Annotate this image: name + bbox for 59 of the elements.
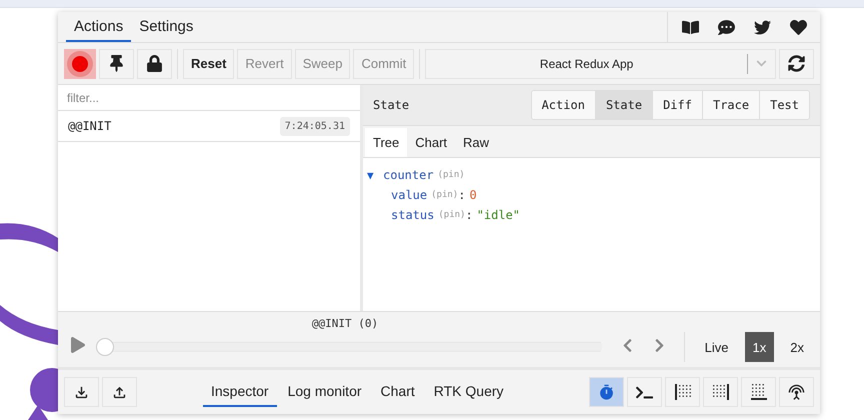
tab[interactable]: Settings — [131, 12, 202, 42]
pin-button[interactable] — [99, 48, 134, 78]
tab[interactable]: Chart — [407, 128, 456, 157]
dock-bottom-icon — [750, 383, 768, 401]
tab[interactable]: Action — [532, 91, 595, 119]
action-time: 7:24:05.31 — [280, 116, 350, 136]
monitor-tab[interactable]: Inspector — [203, 377, 277, 407]
tab[interactable]: Tree — [365, 128, 408, 157]
lock-button[interactable] — [137, 48, 172, 78]
dock-left-icon — [674, 383, 692, 401]
export-button[interactable] — [102, 377, 137, 407]
expand-arrow-icon[interactable]: ▼ — [367, 168, 379, 182]
sync-icon — [788, 55, 805, 72]
lock-icon — [146, 55, 163, 72]
heart-icon — [790, 18, 806, 36]
chat-icon — [718, 18, 734, 36]
inspector-title: State — [373, 98, 410, 112]
speed-button[interactable]: 1x — [744, 332, 774, 362]
antenna-icon — [788, 384, 805, 400]
timer-icon — [598, 384, 615, 400]
tool-button[interactable] — [703, 377, 738, 407]
tab[interactable]: Diff — [652, 91, 702, 119]
caret-icon — [756, 58, 767, 69]
monitor-tab[interactable]: Chart — [372, 377, 423, 407]
tab[interactable]: Trace — [702, 91, 760, 119]
pin-icon — [108, 55, 125, 72]
tool-button[interactable] — [741, 377, 776, 407]
speed-button[interactable]: 2x — [782, 332, 812, 362]
monitor-tab[interactable]: Log monitor — [280, 377, 370, 407]
colon: : — [458, 188, 466, 202]
tool-button[interactable] — [779, 377, 814, 407]
tool-button[interactable] — [627, 377, 662, 407]
bird-icon — [754, 18, 770, 36]
instance-select[interactable]: React Redux App — [425, 48, 776, 78]
colon: : — [465, 208, 473, 222]
monitor-tab[interactable]: RTK Query — [426, 377, 512, 407]
slider-label: @@INIT (0) — [312, 317, 378, 330]
state-value: 0 — [469, 188, 477, 202]
tab[interactable]: Actions — [66, 12, 132, 42]
book-icon — [682, 18, 698, 36]
dock-right-icon — [712, 383, 730, 401]
instance-name: React Redux App — [538, 56, 634, 70]
import-button[interactable] — [64, 377, 99, 407]
state-key: value — [391, 188, 428, 202]
action-name: @@INIT — [68, 119, 112, 133]
action-button[interactable]: Reset — [183, 48, 234, 78]
sync-button[interactable] — [779, 48, 814, 78]
record-icon — [72, 56, 88, 72]
tool-button[interactable] — [665, 377, 700, 407]
state-key: status — [391, 208, 434, 222]
play-icon — [70, 336, 86, 352]
state-value: "idle" — [476, 208, 520, 222]
tab[interactable]: State — [594, 91, 652, 119]
speed-button[interactable]: Live — [696, 332, 737, 362]
tab[interactable]: Raw — [455, 128, 498, 157]
tab[interactable]: Test — [759, 91, 809, 119]
slider-thumb[interactable] — [96, 338, 114, 356]
state-key: counter — [383, 168, 434, 182]
terminal-icon — [636, 384, 653, 400]
